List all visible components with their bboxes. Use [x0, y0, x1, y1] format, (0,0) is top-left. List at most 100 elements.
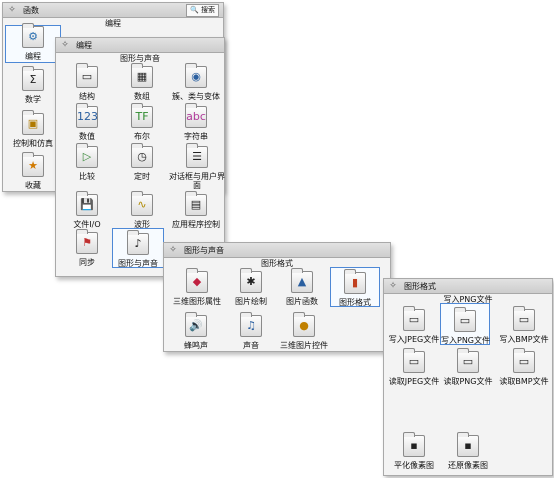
item-label: 定时: [134, 172, 150, 181]
write-jpeg-icon: ▭: [403, 306, 425, 331]
push-pin-icon[interactable]: ✧: [388, 281, 398, 291]
file-io-icon: 💾: [76, 191, 98, 216]
palette-item-timing[interactable]: ◷ 定时: [114, 143, 170, 182]
item-label: 还原像素图: [448, 461, 488, 470]
palette-item-3d-picture-control[interactable]: ● 三维图片控件: [274, 312, 334, 351]
palette-item-control-simulation[interactable]: ▣ 控制和仿真: [5, 110, 61, 149]
item-label: 图片函数: [286, 297, 318, 306]
item-label: 平化像素图: [394, 461, 434, 470]
palette-item-application-control[interactable]: ▤ 应用程序控制: [168, 191, 224, 230]
palette-item-mathematics[interactable]: Σ 数学: [5, 66, 61, 105]
programming-title: 编程: [76, 41, 92, 50]
graphics-sound-icon: ♪: [127, 230, 149, 255]
item-label: 图形格式: [339, 298, 371, 307]
read-png-icon: ▭: [457, 348, 479, 373]
item-label: 三维图片控件: [280, 341, 328, 350]
dialog-ui-icon: ☰: [186, 143, 208, 168]
item-label: 编程: [25, 52, 41, 61]
palette-item-comparison[interactable]: ▷ 比较: [59, 143, 115, 182]
boolean-icon: TF: [131, 103, 153, 128]
item-label: 对话框与用户界面: [169, 172, 225, 190]
item-label: 数组: [134, 92, 150, 101]
palette-item-read-png[interactable]: ▭ 读取PNG文件: [440, 348, 496, 387]
palette-item-favorites[interactable]: ★ 收藏: [5, 152, 61, 191]
palette-item-boolean[interactable]: TF 布尔: [114, 103, 170, 142]
item-label: 比较: [79, 172, 95, 181]
palette-item-waveform[interactable]: ∿ 波形: [114, 191, 170, 230]
palette-item-picture-plot[interactable]: ✱ 图片绘制: [223, 268, 279, 307]
mathematics-icon: Σ: [22, 66, 44, 91]
item-label: 写入BMP文件: [499, 335, 549, 344]
palette-item-write-bmp[interactable]: ▭ 写入BMP文件: [496, 306, 552, 345]
item-label: 声音: [243, 341, 259, 350]
graphics-formats-titlebar[interactable]: ✧ 图形格式: [384, 279, 552, 294]
item-label: 簇、类与变体: [172, 92, 220, 101]
palette-item-flatten-pixmap[interactable]: ▪ 平化像素图: [386, 432, 442, 471]
palette-item-read-jpeg[interactable]: ▭ 读取JPEG文件: [386, 348, 442, 387]
palette-item-write-jpeg[interactable]: ▭ 写入JPEG文件: [386, 306, 442, 345]
palette-item-read-bmp[interactable]: ▭ 读取BMP文件: [496, 348, 552, 387]
item-label: 布尔: [134, 132, 150, 141]
flatten-pixmap-icon: ▪: [403, 432, 425, 457]
string-icon: abc: [185, 103, 207, 128]
functions-titlebar[interactable]: ✧ 函数 🔍 搜索: [3, 3, 223, 18]
item-label: 收藏: [25, 181, 41, 190]
palette-item-programming[interactable]: ⚙ 编程: [5, 23, 61, 63]
item-label: 读取JPEG文件: [388, 377, 440, 386]
item-label: 同步: [79, 258, 95, 267]
search-label: 搜索: [201, 6, 215, 14]
programming-titlebar[interactable]: ✧ 编程: [56, 38, 224, 53]
item-label: 结构: [79, 92, 95, 101]
beep-icon: 🔊: [185, 312, 207, 337]
graphics-formats-icon: ▮: [344, 269, 366, 294]
item-label: 控制和仿真: [13, 139, 53, 148]
waveform-icon: ∿: [131, 191, 153, 216]
push-pin-icon[interactable]: ✧: [60, 40, 70, 50]
palette-item-cluster-class-variant[interactable]: ◉ 簇、类与变体: [168, 63, 224, 102]
3d-graph-properties-icon: ◆: [186, 268, 208, 293]
palette-item-string[interactable]: abc 字符串: [168, 103, 224, 142]
item-label: 数学: [25, 95, 41, 104]
application-control-icon: ▤: [185, 191, 207, 216]
item-label: 图片绘制: [235, 297, 267, 306]
cluster-icon: ◉: [185, 63, 207, 88]
item-label: 蜂鸣声: [184, 341, 208, 350]
picture-plot-icon: ✱: [240, 268, 262, 293]
palette-item-3d-graph-properties[interactable]: ◆ 三维图形属性: [168, 268, 226, 307]
array-icon: ▦: [131, 63, 153, 88]
push-pin-icon[interactable]: ✧: [168, 245, 178, 255]
search-button[interactable]: 🔍 搜索: [186, 4, 219, 17]
palette-item-file-io[interactable]: 💾 文件I/O: [59, 191, 115, 230]
palette-item-synchronization[interactable]: ⚑ 同步: [59, 229, 115, 268]
unflatten-pixmap-icon: ▪: [457, 432, 479, 457]
numeric-icon: 123: [76, 103, 98, 128]
item-label: 图形与声音: [118, 259, 158, 268]
synchronization-icon: ⚑: [76, 229, 98, 254]
palette-item-array[interactable]: ▦ 数组: [114, 63, 170, 102]
palette-item-numeric[interactable]: 123 数值: [59, 103, 115, 142]
palette-item-dialog-ui[interactable]: ☰ 对话框与用户界面: [168, 143, 226, 190]
graphics-sound-palette: ✧ 图形与声音 图形格式 ◆ 三维图形属性 ✱ 图片绘制 ▲ 图片函数 ▮ 图形…: [163, 242, 391, 352]
palette-item-graphics-formats[interactable]: ▮ 图形格式: [330, 267, 380, 307]
graphics-sound-titlebar[interactable]: ✧ 图形与声音: [164, 243, 390, 258]
palette-item-graphics-sound[interactable]: ♪ 图形与声音: [112, 228, 164, 268]
palette-item-beep[interactable]: 🔊 蜂鸣声: [168, 312, 224, 351]
functions-title: 函数: [23, 6, 39, 15]
push-pin-icon[interactable]: ✧: [7, 5, 17, 15]
timing-icon: ◷: [131, 143, 153, 168]
palette-item-picture-functions[interactable]: ▲ 图片函数: [274, 268, 330, 307]
palette-item-structures[interactable]: ▭ 结构: [59, 63, 115, 102]
write-png-icon: ▭: [454, 307, 476, 332]
read-jpeg-icon: ▭: [403, 348, 425, 373]
control-simulation-icon: ▣: [22, 110, 44, 135]
programming-icon: ⚙: [22, 23, 44, 48]
sound-icon: ♫: [240, 312, 262, 337]
graphics-formats-title: 图形格式: [404, 282, 436, 291]
read-bmp-icon: ▭: [513, 348, 535, 373]
palette-item-sound[interactable]: ♫ 声音: [223, 312, 279, 351]
item-label: 数值: [79, 132, 95, 141]
palette-item-write-png[interactable]: ▭ 写入PNG文件: [440, 303, 490, 345]
palette-item-unflatten-pixmap[interactable]: ▪ 还原像素图: [440, 432, 496, 471]
comparison-icon: ▷: [76, 143, 98, 168]
favorites-icon: ★: [22, 152, 44, 177]
